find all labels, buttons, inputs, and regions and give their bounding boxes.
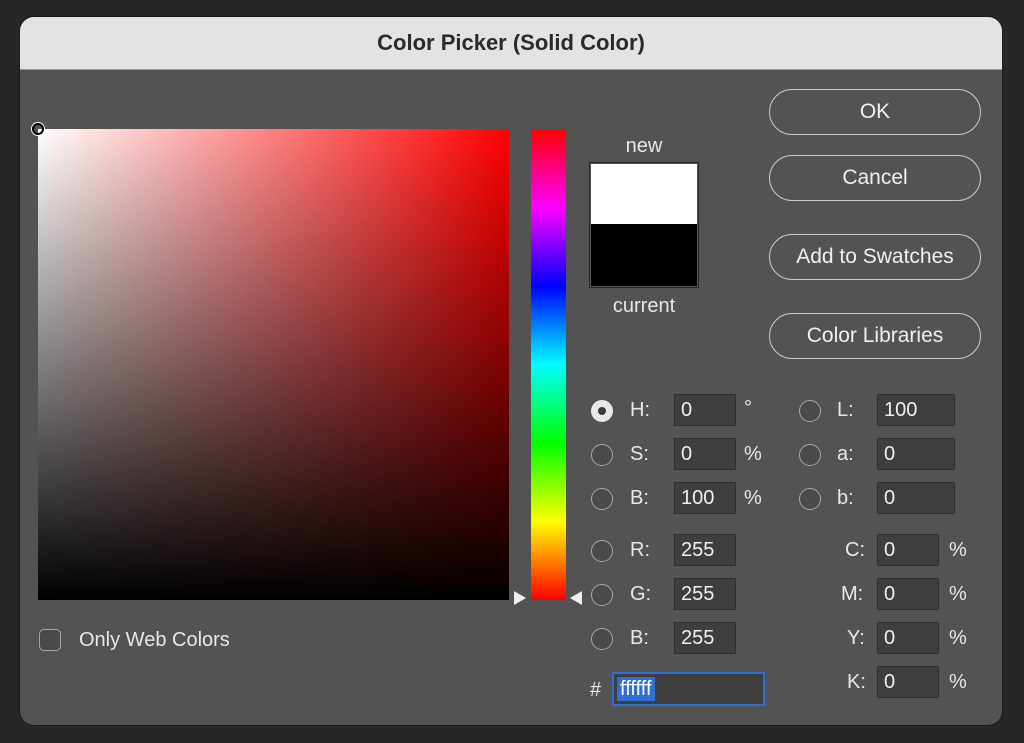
- new-color-swatch: [591, 164, 697, 225]
- hex-prefix: #: [590, 679, 602, 701]
- blue-radio[interactable]: [591, 628, 613, 650]
- hue-label: H:: [630, 399, 650, 421]
- a-channel-input[interactable]: 0: [877, 438, 955, 470]
- hex-input[interactable]: ffffff: [612, 672, 765, 706]
- new-label: new: [625, 135, 663, 157]
- brightness-radio[interactable]: [591, 488, 613, 510]
- a-channel-radio[interactable]: [799, 444, 821, 466]
- hue-slider[interactable]: [531, 129, 566, 600]
- saturation-input[interactable]: 0: [674, 438, 736, 470]
- brightness-input[interactable]: 100: [674, 482, 736, 514]
- cyan-input[interactable]: 0: [877, 534, 939, 566]
- lightness-label: L:: [837, 399, 854, 421]
- black-input[interactable]: 0: [877, 666, 939, 698]
- brightness-label: B:: [630, 487, 649, 509]
- saturation-label: S:: [630, 443, 649, 465]
- black-label: K:: [847, 671, 866, 693]
- degree-unit: °: [744, 397, 752, 419]
- b-channel-input[interactable]: 0: [877, 482, 955, 514]
- current-label: current: [612, 295, 676, 317]
- percent-unit: %: [949, 671, 967, 693]
- color-libraries-button[interactable]: Color Libraries: [769, 313, 981, 359]
- percent-unit: %: [949, 583, 967, 605]
- hue-slider-left-arrow[interactable]: [514, 591, 526, 605]
- magenta-label: M:: [841, 583, 864, 605]
- a-channel-label: a:: [837, 443, 854, 465]
- green-label: G:: [630, 583, 652, 605]
- field-marker[interactable]: [32, 123, 44, 135]
- color-picker-dialog: Color Picker (Solid Color) new current O…: [20, 17, 1002, 725]
- green-input[interactable]: 255: [674, 578, 736, 610]
- window-title: Color Picker (Solid Color): [20, 17, 1002, 70]
- magenta-input[interactable]: 0: [877, 578, 939, 610]
- red-radio[interactable]: [591, 540, 613, 562]
- blue-input[interactable]: 255: [674, 622, 736, 654]
- red-input[interactable]: 255: [674, 534, 736, 566]
- lightness-input[interactable]: 100: [877, 394, 955, 426]
- saturation-brightness-field[interactable]: [32, 123, 509, 600]
- percent-unit: %: [744, 487, 762, 509]
- hue-radio[interactable]: [591, 400, 613, 422]
- b-channel-radio[interactable]: [799, 488, 821, 510]
- hue-slider-right-arrow[interactable]: [570, 591, 582, 605]
- percent-unit: %: [949, 539, 967, 561]
- yellow-input[interactable]: 0: [877, 622, 939, 654]
- b-channel-label: b:: [837, 487, 854, 509]
- percent-unit: %: [744, 443, 762, 465]
- saturation-radio[interactable]: [591, 444, 613, 466]
- color-preview: [589, 162, 699, 288]
- green-radio[interactable]: [591, 584, 613, 606]
- blue-label: B:: [630, 627, 649, 649]
- lightness-radio[interactable]: [799, 400, 821, 422]
- percent-unit: %: [949, 627, 967, 649]
- only-web-colors-label: Only Web Colors: [79, 629, 230, 651]
- red-label: R:: [630, 539, 650, 561]
- only-web-colors-checkbox[interactable]: [39, 629, 61, 651]
- cancel-button[interactable]: Cancel: [769, 155, 981, 201]
- current-color-swatch[interactable]: [591, 224, 697, 286]
- ok-button[interactable]: OK: [769, 89, 981, 135]
- hue-input[interactable]: 0: [674, 394, 736, 426]
- hex-value: ffffff: [617, 677, 655, 701]
- yellow-label: Y:: [847, 627, 865, 649]
- add-to-swatches-button[interactable]: Add to Swatches: [769, 234, 981, 280]
- cyan-label: C:: [845, 539, 865, 561]
